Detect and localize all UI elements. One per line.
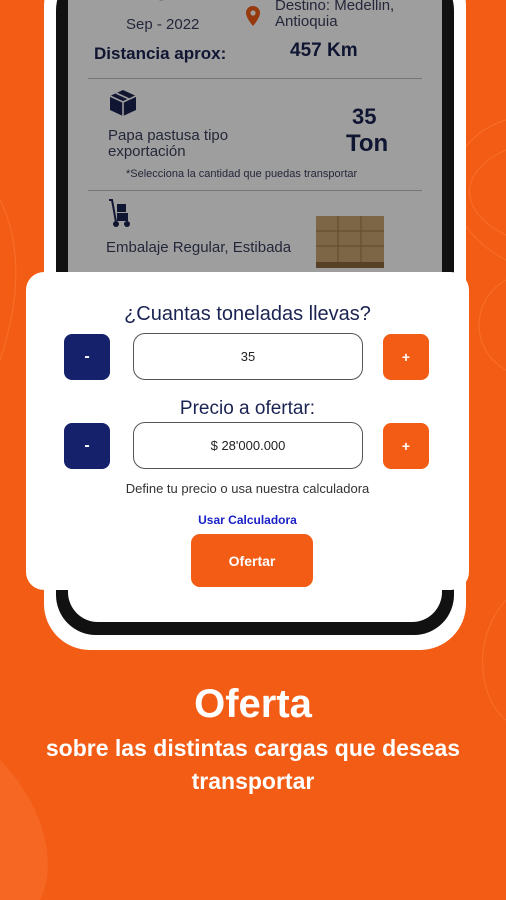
price-input[interactable]: $ 28'000.000 xyxy=(133,422,363,469)
offer-button[interactable]: Ofertar xyxy=(191,534,313,587)
price-increment-button[interactable]: + xyxy=(383,423,429,469)
tons-increment-button[interactable]: + xyxy=(383,334,429,380)
price-decrement-button[interactable]: - xyxy=(64,423,110,469)
screen-overlay xyxy=(68,0,442,272)
define-price-text: Define tu precio o usa nuestra calculado… xyxy=(125,481,370,496)
use-calculator-link[interactable]: Usar Calculadora xyxy=(26,513,469,527)
tons-input[interactable]: 35 xyxy=(133,333,363,380)
price-question: Precio a ofertar: xyxy=(179,398,316,419)
offer-modal: ¿Cuantas toneladas llevas? - 35 + Precio… xyxy=(26,272,469,590)
promo-subline: sobre las distintas cargas que deseas tr… xyxy=(45,735,461,794)
tons-question: ¿Cuantas toneladas llevas? xyxy=(124,303,371,325)
promo-headline: Oferta xyxy=(194,682,312,726)
tons-decrement-button[interactable]: - xyxy=(64,334,110,380)
